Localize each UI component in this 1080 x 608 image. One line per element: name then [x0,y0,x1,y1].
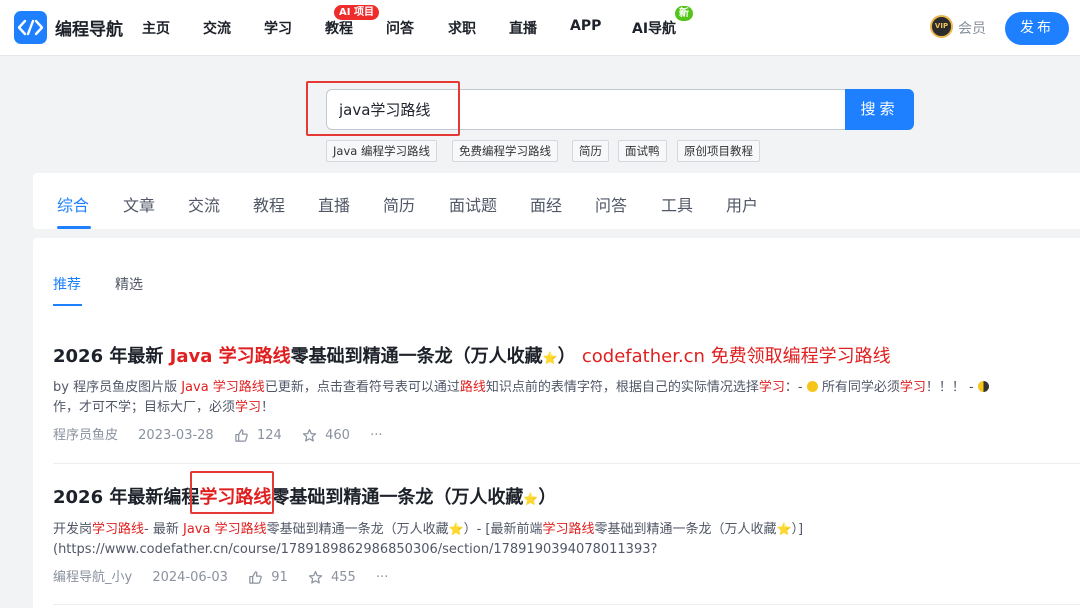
result-item[interactable]: 2026 年最新 Java 学习路线零基础到精通一条龙（万人收藏⭐） codef… [53,342,1080,446]
result-description: by 程序员鱼皮图片版 Java 学习路线已更新，点击查看符号表可以通过路线知识… [53,378,1080,418]
annotation-box-title [190,471,274,514]
publish-button[interactable]: 发布 [1005,12,1069,45]
active-subtab-indicator [53,304,82,306]
result-divider [53,463,1080,464]
like-count: 91 [271,570,288,585]
like-count: 124 [257,428,282,443]
author-name[interactable]: 编程导航_小y [53,568,132,588]
tab-qa[interactable]: 问答 [595,192,627,216]
tab-community[interactable]: 交流 [188,192,220,216]
tab-users[interactable]: 用户 [726,192,758,216]
annotation-box-search [306,81,460,136]
half-moon-emoji-icon [977,381,989,392]
yellow-circle-emoji-icon [806,381,818,392]
nav-home[interactable]: 主页 [142,18,170,38]
search-results-panel: 推荐 精选 2026 年最新 Java 学习路线零基础到精通一条龙（万人收藏⭐）… [33,238,1080,608]
nav-ai-navigation[interactable]: AI导航 [632,18,676,38]
top-header: 编程导航 主页 交流 学习 教程 AI 项目 问答 求职 直播 APP AI导航… [0,0,1080,56]
result-meta: 编程导航_小y 2024-06-03 91 455 ··· [53,568,1080,588]
author-name[interactable]: 程序员鱼皮 [53,426,118,446]
logo-text[interactable]: 编程导航 [55,15,123,40]
more-options-icon[interactable]: ··· [376,568,388,588]
subtab-featured[interactable]: 精选 [115,274,143,294]
hot-tag[interactable]: 原创项目教程 [677,140,760,162]
result-title[interactable]: 2026 年最新 Java 学习路线零基础到精通一条龙（万人收藏⭐） codef… [53,342,1080,368]
nav-jobs[interactable]: 求职 [448,18,476,38]
category-tabs: 综合 文章 交流 教程 直播 简历 面试题 面经 问答 工具 用户 [33,173,1080,229]
star-emoji-icon: ⭐ [542,351,558,365]
tab-interview-experience[interactable]: 面经 [530,192,562,216]
new-badge: 新 [675,6,693,21]
tab-live[interactable]: 直播 [318,192,350,216]
publish-date: 2024-06-03 [152,570,228,585]
like-icon[interactable] [234,426,249,446]
hot-tag[interactable]: Java 编程学习路线 [326,140,437,162]
like-icon[interactable] [248,568,263,588]
tab-articles[interactable]: 文章 [123,192,155,216]
promo-link[interactable]: codefather.cn 免费领取编程学习路线 [582,346,891,367]
result-divider [53,604,1080,605]
active-tab-indicator [57,226,91,229]
publish-date: 2023-03-28 [138,428,214,443]
nav-tutorial[interactable]: 教程 [325,18,353,38]
hot-tag[interactable]: 简历 [572,140,609,162]
nav-live[interactable]: 直播 [509,18,537,38]
hot-tag[interactable]: 免费编程学习路线 [452,140,558,162]
tab-all[interactable]: 综合 [57,192,89,216]
hot-tag[interactable]: 面试鸭 [618,140,667,162]
result-description: 开发岗学习路线- 最新 Java 学习路线零基础到精通一条龙（万人收藏⭐）- [… [53,522,804,557]
tab-tutorials[interactable]: 教程 [253,192,285,216]
tab-resume[interactable]: 简历 [383,192,415,216]
ai-project-badge: AI 项目 [334,5,379,20]
result-meta: 程序员鱼皮 2023-03-28 124 460 ··· [53,426,1080,446]
star-icon[interactable] [308,568,323,588]
more-options-icon[interactable]: ··· [370,426,382,446]
nav-learn[interactable]: 学习 [264,18,292,38]
logo-icon[interactable] [14,11,47,44]
nav-qa[interactable]: 问答 [386,18,414,38]
vip-member-link[interactable]: 会员 [958,18,986,38]
star-icon[interactable] [302,426,317,446]
nav-app[interactable]: APP [570,18,601,34]
search-button[interactable]: 搜索 [845,89,914,130]
star-count: 455 [331,570,356,585]
star-emoji-icon: ⭐ [523,492,539,506]
subtab-recommended[interactable]: 推荐 [53,274,81,294]
vip-icon[interactable]: VIP [930,15,953,38]
tab-tools[interactable]: 工具 [661,192,693,216]
nav-community[interactable]: 交流 [203,18,231,38]
tab-interview-questions[interactable]: 面试题 [449,192,497,216]
star-count: 460 [325,428,350,443]
